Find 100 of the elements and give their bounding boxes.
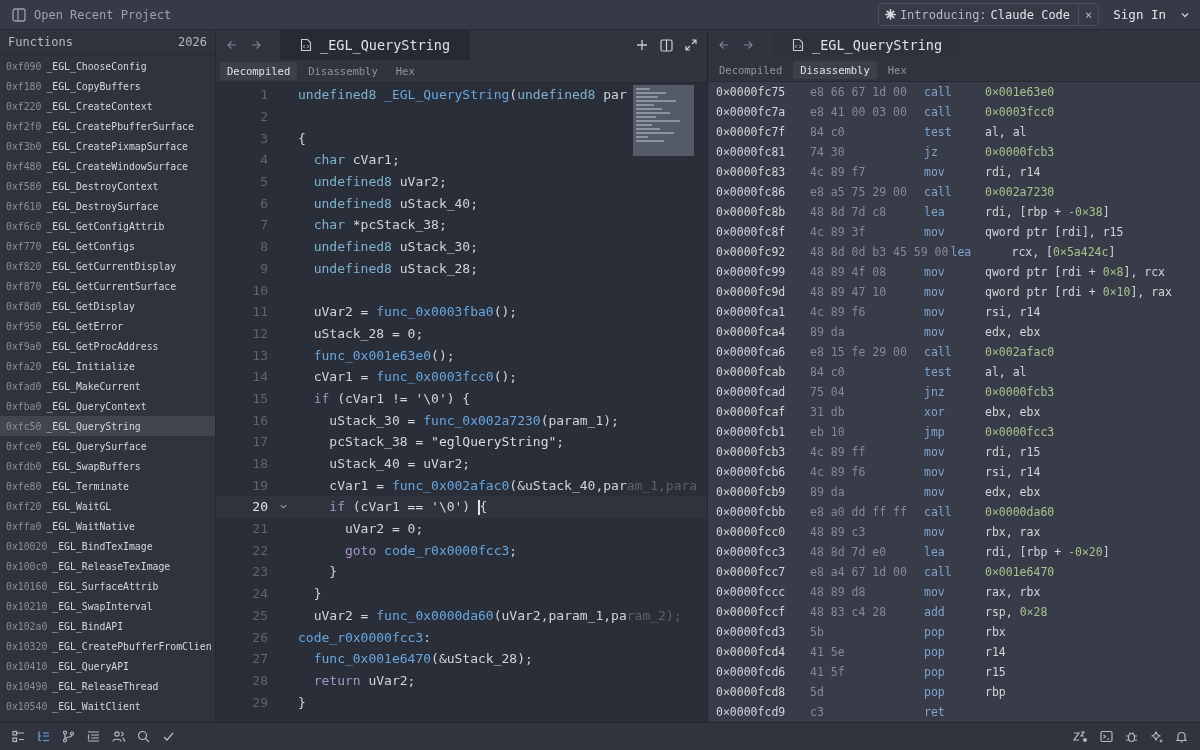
instruction-address: 0×0000fca1 — [716, 305, 787, 319]
instruction-bytes: 84 c0 — [810, 365, 846, 379]
function-item[interactable]: 0xf580 _EGL_DestroyContext — [0, 176, 215, 196]
line-number: 23 — [251, 564, 268, 580]
function-item[interactable]: 0x10540 _EGL_WaitClient — [0, 696, 215, 716]
code-line: pcStack_38 = "eglQueryString"; — [328, 434, 565, 450]
close-button[interactable]: × — [1078, 4, 1099, 25]
function-item[interactable]: 0xf480 _EGL_CreateWindowSurface — [0, 156, 215, 176]
search-icon[interactable] — [137, 730, 150, 743]
function-item[interactable]: 0xfc50 _EGL_QueryString — [0, 416, 215, 436]
people-icon[interactable] — [112, 730, 125, 743]
function-item[interactable]: 0xf950 _EGL_GetError — [0, 316, 215, 336]
view-tab[interactable]: Disassembly — [793, 61, 877, 80]
instruction-address: 0×0000fcd8 — [716, 685, 787, 699]
view-tab[interactable]: Hex — [388, 62, 422, 80]
sidebar-toggle-icon[interactable] — [12, 7, 26, 22]
instruction-address: 0×0000fc7f — [716, 125, 787, 139]
operands: rdi, r15 — [985, 445, 1041, 459]
terminal-icon[interactable] — [1100, 730, 1113, 743]
function-item[interactable]: 0xfe80 _EGL_Terminate — [0, 476, 215, 496]
function-item[interactable]: 0xf770 _EGL_GetConfigs — [0, 236, 215, 256]
function-item[interactable]: 0x10410 _EGL_QueryAPI — [0, 656, 215, 676]
function-item[interactable]: 0x100c0 _EGL_ReleaseTexImage — [0, 556, 215, 576]
function-item[interactable]: 0xff20 _EGL_WaitGL — [0, 496, 215, 516]
split-view-icon[interactable] — [660, 38, 673, 52]
bell-icon[interactable] — [1175, 730, 1188, 743]
forward-arrow-icon[interactable] — [742, 38, 754, 51]
operands: al, al — [985, 125, 1027, 139]
function-item[interactable]: 0xf2f0 _EGL_CreatePbufferSurface — [0, 116, 215, 136]
function-item[interactable]: 0xf8d0 _EGL_GetDisplay — [0, 296, 215, 316]
operands: edx, ebx — [985, 485, 1041, 499]
instruction-bytes: e8 66 67 1d 00 — [810, 85, 908, 99]
branch-icon[interactable] — [62, 730, 75, 743]
open-recent-project[interactable]: Open Recent Project — [34, 7, 172, 22]
function-item[interactable]: 0xf180 _EGL_CopyBuffers — [0, 76, 215, 96]
instruction-address: 0×0000fcb9 — [716, 485, 787, 499]
view-tab[interactable]: Hex — [880, 61, 914, 80]
instruction-bytes: 89 da — [810, 325, 846, 339]
bug-icon[interactable] — [1125, 730, 1138, 743]
function-item[interactable]: 0xfdb0 _EGL_SwapBuffers — [0, 456, 215, 476]
editor-tab[interactable]: _EGL_QueryString — [280, 30, 471, 60]
function-item[interactable]: 0xf870 _EGL_GetCurrentSurface — [0, 276, 215, 296]
function-item[interactable]: 0xf610 _EGL_DestroySurface — [0, 196, 215, 216]
code-file-icon — [300, 38, 312, 52]
mnemonic: mov — [924, 325, 946, 339]
sleep-icon[interactable] — [1073, 730, 1088, 743]
line-number: 3 — [259, 130, 268, 146]
function-item[interactable]: 0xf6c0 _EGL_GetConfigAttrib — [0, 216, 215, 236]
function-item[interactable]: 0xf090 _EGL_ChooseConfig — [0, 56, 215, 76]
function-item[interactable]: 0x10210 _EGL_SwapInterval — [0, 596, 215, 616]
operands: 0×001e63e0 — [985, 85, 1055, 99]
mnemonic: call — [924, 85, 953, 99]
function-item[interactable]: 0xf220 _EGL_CreateContext — [0, 96, 215, 116]
operands: rdi, r14 — [985, 165, 1041, 179]
function-item[interactable]: 0x10160 _EGL_SurfaceAttrib — [0, 576, 215, 596]
code-line: undefined8 uVar2; — [312, 174, 447, 190]
function-item[interactable]: 0xf9a0 _EGL_GetProcAddress — [0, 336, 215, 356]
view-tab[interactable]: Decompiled — [220, 62, 298, 80]
instruction-bytes: 41 5f — [810, 665, 846, 679]
function-item[interactable]: 0x102a0 _EGL_BindAPI — [0, 616, 215, 636]
forward-arrow-icon[interactable] — [250, 39, 262, 51]
function-item[interactable]: 0x10490 _EGL_ReleaseThread — [0, 676, 215, 696]
function-item[interactable]: 0xf3b0 _EGL_CreatePixmapSurface — [0, 136, 215, 156]
function-item[interactable]: 0xf820 _EGL_GetCurrentDisplay — [0, 256, 215, 276]
function-item[interactable]: 0x10320 _EGL_CreatePbufferFromClien — [0, 636, 215, 656]
instruction-address: 0×0000fcab — [716, 365, 787, 379]
function-item[interactable]: 0xfad0 _EGL_MakeCurrent — [0, 376, 215, 396]
check-icon[interactable] — [162, 730, 175, 743]
view-tab[interactable]: Disassembly — [301, 62, 385, 80]
function-item[interactable]: 0xffa0 _EGL_WaitNative — [0, 516, 215, 536]
function-item[interactable]: 0xfba0 _EGL_QueryContext — [0, 396, 215, 416]
function-item[interactable]: 0xfa20 _EGL_Initialize — [0, 356, 215, 376]
instruction-bytes: e8 15 fe 29 00 — [810, 345, 908, 359]
instruction-address: 0×0000fc99 — [716, 265, 787, 279]
fold-chevron-icon[interactable] — [278, 502, 288, 512]
back-arrow-icon[interactable] — [226, 39, 238, 51]
code-line: } — [328, 564, 338, 580]
banner-prefix: Introducing: — [899, 7, 987, 22]
mnemonic: lea — [950, 245, 973, 259]
instruction-address: 0×0000fc8f — [716, 225, 787, 239]
mnemonic: ret — [924, 705, 946, 719]
function-item[interactable]: 0x10020 _EGL_BindTexImage — [0, 536, 215, 556]
view-tab[interactable]: Decompiled — [712, 61, 790, 80]
plus-icon[interactable] — [636, 39, 648, 51]
announcement-banner[interactable]: Introducing: Claude Code × — [877, 3, 1100, 26]
sparkle-icon[interactable] — [1150, 730, 1163, 743]
code-line: if (cVar1 == '\0') { — [328, 498, 488, 515]
outline-icon[interactable] — [12, 730, 25, 743]
instruction-address: 0×0000fc8b — [716, 205, 787, 219]
operands: rbx, rax — [985, 525, 1041, 539]
instruction-bytes: 48 89 d8 — [810, 585, 867, 599]
indent-list-icon[interactable] — [87, 730, 100, 743]
function-item[interactable]: 0xfce0 _EGL_QuerySurface — [0, 436, 215, 456]
sign-in-button[interactable]: Sign In — [1109, 7, 1170, 22]
list-icon[interactable] — [37, 730, 50, 743]
expand-icon[interactable] — [685, 39, 697, 51]
back-arrow-icon[interactable] — [718, 38, 730, 51]
instruction-bytes: e8 a0 dd ff ff — [810, 505, 908, 519]
instruction-address: 0×0000fc81 — [716, 145, 787, 159]
operands: qword ptr [rdi], r15 — [985, 225, 1124, 239]
